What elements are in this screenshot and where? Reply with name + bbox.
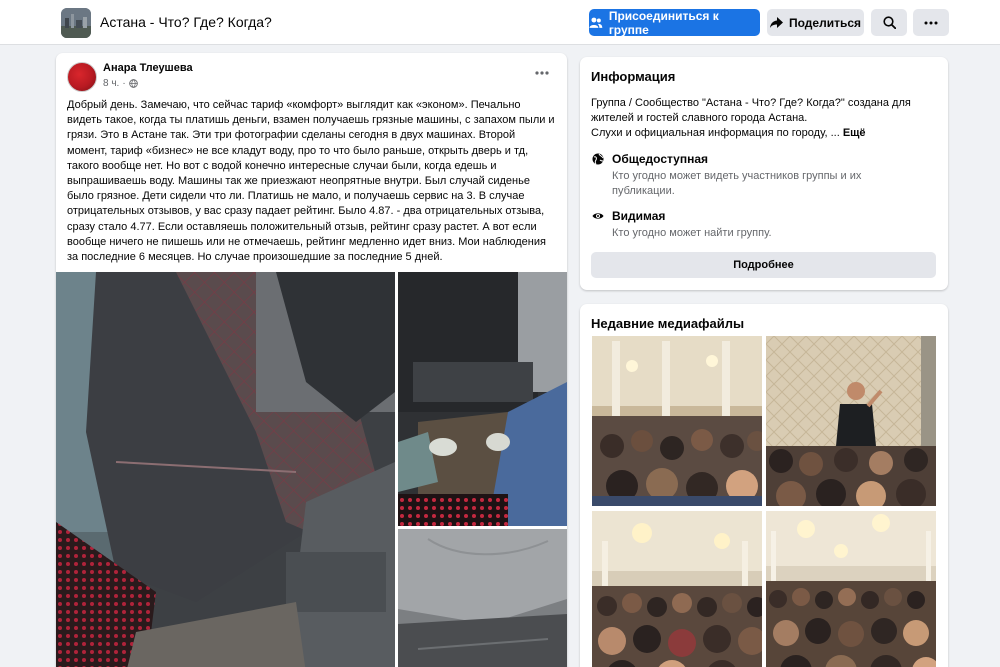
info-description-line1: Группа / Сообщество "Астана - Что? Где? … xyxy=(591,97,911,124)
post-meta: 8 ч. · xyxy=(103,78,138,89)
search-group-button[interactable] xyxy=(871,9,907,36)
group-info-card: Информация Группа / Сообщество "Астана -… xyxy=(580,57,948,290)
info-description-line2: Слухи и официальная информация по городу… xyxy=(591,126,931,141)
search-icon xyxy=(882,16,896,29)
media-thumbnail[interactable] xyxy=(766,511,936,667)
media-thumbnail[interactable] xyxy=(592,336,762,506)
post-photo-floor[interactable] xyxy=(398,272,567,526)
media-thumbnail[interactable] xyxy=(766,336,936,506)
media-title: Недавние медиафайлы xyxy=(591,316,745,331)
info-description: Группа / Сообщество "Астана - Что? Где? … xyxy=(591,96,931,141)
post-photo-seat-back[interactable] xyxy=(56,272,395,667)
join-group-label: Присоединиться к группе xyxy=(608,8,719,37)
visible-description: Кто угодно может найти группу. xyxy=(612,227,772,239)
recent-media-card: Недавние медиафайлы xyxy=(580,304,948,667)
info-description-text2: Слухи и официальная информация по городу… xyxy=(591,127,840,139)
public-description: Кто угодно может видеть участников групп… xyxy=(612,170,862,197)
add-people-icon xyxy=(589,17,603,28)
group-header-bar: Астана - Что? Где? Когда? Присоединиться… xyxy=(0,0,1000,45)
post-card: Анара Тлеушева 8 ч. · Добрый день. Замеч… xyxy=(56,53,567,667)
post-body-text: Добрый день. Замечаю, что сейчас тариф «… xyxy=(67,99,555,264)
public-title: Общедоступная xyxy=(612,152,709,166)
more-options-button[interactable] xyxy=(913,9,949,36)
post-more-icon[interactable] xyxy=(532,67,552,79)
eye-icon xyxy=(592,213,604,219)
details-button[interactable]: Подробнее xyxy=(591,252,936,278)
join-group-button[interactable]: Присоединиться к группе xyxy=(589,8,760,37)
see-more-link[interactable]: Ещё xyxy=(843,127,866,139)
share-button[interactable]: Поделиться xyxy=(767,9,864,36)
media-thumbnail[interactable] xyxy=(592,511,762,667)
info-title: Информация xyxy=(591,69,676,84)
more-dots-icon xyxy=(924,21,938,24)
post-photo-seat-closeup[interactable] xyxy=(398,529,567,667)
group-title[interactable]: Астана - Что? Где? Когда? xyxy=(100,14,272,30)
globe-icon xyxy=(128,79,138,88)
post-timestamp[interactable]: 8 ч. xyxy=(103,78,119,89)
share-label: Поделиться xyxy=(788,15,862,30)
post-author-name[interactable]: Анара Тлеушева xyxy=(103,62,193,74)
globe-icon xyxy=(592,153,604,165)
group-cover-thumbnail[interactable] xyxy=(61,8,91,38)
author-avatar[interactable] xyxy=(67,62,97,92)
visible-title: Видимая xyxy=(612,209,666,223)
share-arrow-icon xyxy=(769,16,783,28)
meta-separator: · xyxy=(122,78,126,89)
